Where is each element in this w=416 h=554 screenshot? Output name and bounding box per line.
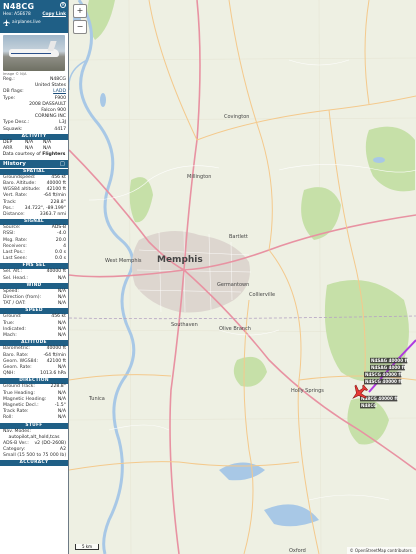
detail-label: TAT / OAT: (3, 301, 26, 307)
hex-value: A5E678 (14, 12, 31, 17)
map-scale-bar: 5 km (75, 544, 99, 550)
detail-row: Squawk: 4417 (0, 127, 68, 133)
aircraft-photo[interactable] (3, 35, 65, 71)
aircraft-label-text: N4SCG 40000 ft (365, 379, 402, 384)
detail-value: N/A (57, 275, 66, 281)
data-courtesy: Data courtesy of Flighters (2, 151, 66, 157)
detail-label: Last Seen: (3, 256, 28, 262)
city-label: Bartlett (229, 234, 248, 240)
city-label: Holly Springs (291, 388, 324, 394)
aircraft-info-panel: N48CG × Hex: A5E678 Copy Link airplanes.… (0, 0, 69, 554)
hex-row: Hex: A5E678 Copy Link (3, 12, 66, 17)
registration-title: N48CG (3, 2, 35, 11)
detail-row: Sel. Head.: N/A (0, 276, 68, 282)
aircraft-label-text: N48CG (361, 403, 377, 408)
detail-value: 3363.7 nmi (39, 212, 66, 218)
airplane-icon (3, 19, 10, 26)
aircraft-label-text: N4SCG 40000 ft (365, 372, 402, 377)
aircraft-label-text: N4SAG 4000 ft (371, 365, 406, 370)
hex-label: Hex: (3, 12, 13, 17)
close-icon[interactable]: × (60, 2, 66, 8)
detail-row: Roll: N/A (0, 415, 68, 421)
section-header-accuracy: ACCURACY (0, 460, 68, 467)
detail-label: Type: (3, 95, 16, 101)
detail-row: 2008 DASSAULT Falcon 900 (0, 102, 68, 114)
aircraft-label[interactable]: N4SAG 40000 ft (370, 357, 408, 364)
detail-row: Mach: N/A (0, 333, 68, 339)
detail-value: 4417 (54, 126, 66, 132)
detail-row: TAT / OAT: N/A (0, 301, 68, 307)
detail-value: 1013.6 hPa (40, 371, 66, 377)
city-label: Collierville (249, 292, 275, 298)
aircraft-label[interactable]: N4SCG 40000 ft (364, 371, 402, 378)
flighters-link[interactable]: Flighters (42, 152, 65, 157)
detail-label: QNH: (3, 371, 16, 377)
city-label: West Memphis (105, 258, 142, 264)
history-title: History (3, 160, 26, 167)
city-label: Memphis (157, 255, 203, 265)
detail-label: Squawk: (3, 126, 23, 132)
detail-value: N/A (57, 333, 66, 339)
detail-row: QNH: 1013.6 hPa (0, 371, 68, 377)
detail-label: Sel. Head.: (3, 275, 28, 281)
city-label: Oxford (289, 548, 306, 554)
zoom-out-button[interactable]: − (73, 20, 87, 34)
detail-value: N/A (57, 415, 66, 421)
history-toggle[interactable]: History ▢ (0, 159, 68, 168)
aircraft-label-text: N48CG 40000 ft (361, 396, 398, 401)
zoom-in-button[interactable]: + (73, 4, 87, 18)
aircraft-label[interactable]: N4SCG 40000 ft (364, 378, 402, 385)
activity-table: DEP N/A N/A ARR N/A N/A (0, 140, 68, 152)
detail-label: Distance: (3, 212, 25, 218)
city-label: Olive Branch (219, 326, 251, 332)
detail-label: Roll: (3, 415, 13, 421)
site-row: airplanes.live (3, 19, 66, 26)
map-view[interactable]: Memphis Southaven Olive Branch Germantown Co… (69, 0, 416, 554)
category-description: Small (15 500 to 75 000 lb) (3, 453, 67, 459)
detail-label: Reg.: (3, 77, 15, 82)
detail-row: Distance: 3363.7 nmi (0, 212, 68, 218)
aircraft-details: Reg.: N48CG United States DB flags: LADD Type… (0, 77, 68, 133)
city-label: Southaven (171, 322, 198, 328)
detail-value: N/A (57, 301, 66, 307)
aircraft-label-text: N4SAG 40000 ft (371, 358, 408, 363)
detail-sections: SPATIAL Groundspeed: 456 kt Baro. Altitude:… (0, 168, 68, 422)
city-label: Tunica (88, 396, 105, 402)
city-label: Covington (224, 114, 249, 120)
aircraft-label[interactable]: N48CG (360, 402, 377, 409)
detail-value: 0.0 s (54, 256, 66, 262)
map-attribution[interactable]: © OpenStreetMap contributors. (346, 547, 416, 554)
site-link[interactable]: airplanes.live (12, 20, 41, 25)
city-label: Germantown (217, 282, 249, 288)
map-canvas[interactable]: MemphisSouthavenOlive BranchGermantownCo… (69, 0, 416, 554)
detail-value: 2008 DASSAULT Falcon 900 (29, 101, 66, 114)
history-square-icon: ▢ (59, 160, 65, 167)
copy-link-button[interactable]: Copy Link (42, 12, 66, 17)
detail-row: Last Seen: 0.0 s (0, 256, 68, 262)
aircraft-header: N48CG × Hex: A5E678 Copy Link airplanes.… (0, 0, 68, 33)
city-label: Millington (187, 174, 211, 180)
detail-label: Mach: (3, 333, 17, 339)
aircraft-label[interactable]: N4SAG 4000 ft (370, 364, 406, 371)
